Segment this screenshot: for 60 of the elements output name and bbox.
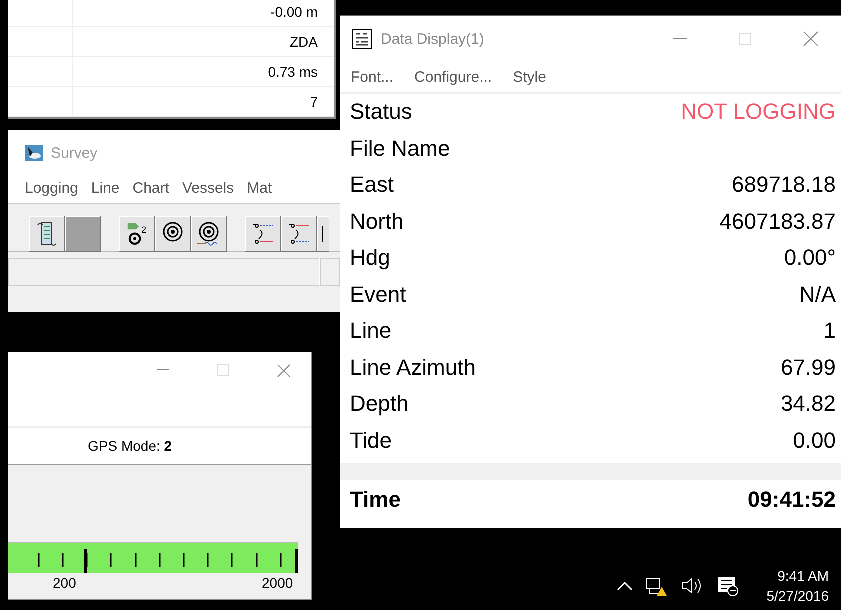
line-swap-icon bbox=[250, 221, 276, 247]
clock[interactable]: 9:41 AM 5/27/2016 bbox=[766, 568, 829, 604]
toolbar-button[interactable] bbox=[245, 216, 281, 252]
field-label: Line Azimuth bbox=[350, 354, 476, 381]
menu-item[interactable]: Style bbox=[513, 68, 546, 86]
field-value: 09:41:52 bbox=[748, 487, 836, 513]
field-label: Hdg bbox=[350, 245, 390, 272]
toolbar-button[interactable] bbox=[281, 216, 317, 252]
toolbar-button[interactable] bbox=[191, 216, 227, 252]
field-label: Tide bbox=[350, 428, 392, 454]
readout-value: 7 bbox=[310, 94, 319, 110]
window-title: Survey bbox=[51, 144, 98, 162]
readout-value: ZDA bbox=[290, 34, 319, 50]
chevron-up-icon[interactable] bbox=[616, 581, 633, 591]
gps-mode-text: GPS Mode: 2 bbox=[88, 438, 172, 454]
field-label: North bbox=[350, 208, 404, 235]
field-value: 34.82 bbox=[780, 391, 836, 418]
field-value: 1 bbox=[824, 318, 836, 344]
alert-value: NOT LOGGING bbox=[681, 99, 836, 126]
menu-item[interactable]: Logging bbox=[25, 180, 78, 203]
field-value: N/A bbox=[799, 282, 836, 308]
toolbar-button[interactable]: 2 bbox=[119, 216, 155, 252]
readout-value: 0.73 ms bbox=[268, 64, 319, 80]
window-title: Data Display(1) bbox=[381, 30, 484, 48]
field-label: Depth bbox=[350, 391, 409, 418]
field-label: Status bbox=[350, 99, 412, 126]
field-label: Line bbox=[350, 318, 392, 344]
field-label: Time bbox=[350, 487, 401, 513]
scale-label: 200 bbox=[53, 575, 76, 591]
toolbar-button[interactable] bbox=[317, 216, 329, 252]
superscript-label: 2 bbox=[141, 225, 146, 235]
menu-item[interactable]: Mat bbox=[247, 180, 272, 203]
menu-item[interactable]: Vessels bbox=[182, 180, 234, 203]
field-label: East bbox=[350, 172, 394, 198]
field-value: 67.99 bbox=[780, 354, 836, 381]
close-icon[interactable] bbox=[803, 31, 819, 47]
toolbar-button[interactable] bbox=[155, 216, 191, 252]
flag-target-icon bbox=[127, 223, 142, 245]
scale-label: 2000 bbox=[262, 575, 294, 591]
scroll-icon bbox=[36, 221, 58, 247]
field-label: Event bbox=[350, 282, 406, 308]
app-icon bbox=[25, 145, 43, 161]
blank-toolbar-button[interactable] bbox=[65, 216, 101, 252]
close-icon[interactable] bbox=[277, 364, 291, 378]
menu-item[interactable]: Chart bbox=[132, 180, 170, 203]
clock-time: 9:41 AM bbox=[778, 568, 829, 584]
field-value: 0.00 bbox=[793, 428, 836, 454]
field-label: File Name bbox=[350, 136, 450, 162]
menu-item[interactable]: Configure... bbox=[414, 68, 492, 86]
readout-value: -0.00 m bbox=[270, 4, 319, 20]
line-swap-icon bbox=[286, 221, 312, 247]
menu-item[interactable]: Line bbox=[91, 180, 120, 203]
menu-item[interactable]: Font... bbox=[351, 68, 394, 86]
toolbar-button[interactable] bbox=[29, 216, 65, 252]
field-value: 4607183.87 bbox=[720, 208, 836, 235]
clock-date: 5/27/2016 bbox=[766, 588, 829, 604]
grid-app-icon bbox=[352, 29, 372, 49]
field-value: 0.00° bbox=[784, 245, 836, 272]
field-value: 689718.18 bbox=[732, 172, 836, 198]
notification-icon[interactable] bbox=[716, 575, 739, 597]
